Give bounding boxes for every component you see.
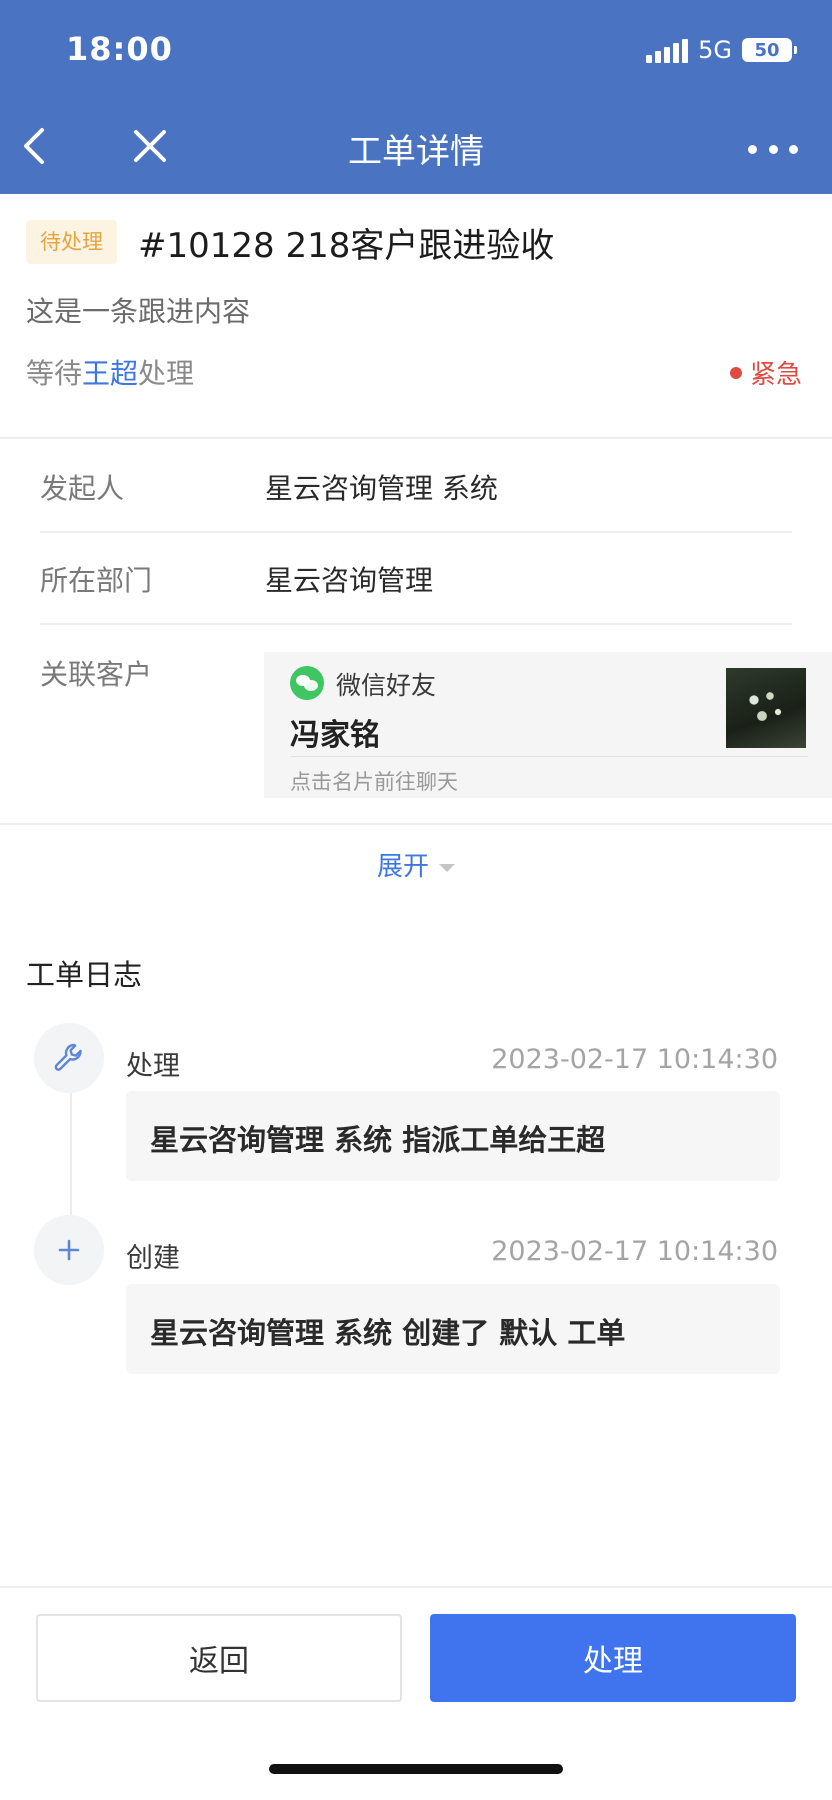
info-row-initiator: 发起人 星云咨询管理 系统 — [40, 441, 792, 533]
expand-label: 展开 — [376, 852, 429, 882]
log-entry-type: 创建 — [126, 1243, 180, 1274]
page-title: 工单详情 — [348, 132, 484, 172]
divider — [290, 756, 808, 757]
department-value: 星云咨询管理 — [265, 564, 434, 597]
log-entry-content: 星云咨询管理 系统 指派工单给王超 — [126, 1091, 780, 1181]
expand-button[interactable]: 展开 — [0, 846, 832, 883]
status-time: 18:00 — [66, 30, 173, 68]
divider — [0, 823, 832, 825]
initiator-value: 星云咨询管理 系统 — [265, 472, 498, 505]
contact-source: 微信好友 — [336, 671, 437, 700]
wechat-icon — [290, 666, 324, 700]
top-bar: 18:00 5G 50 工单详情 — [0, 0, 832, 194]
ticket-summary: 待处理 #10128 218客户跟进验收 这是一条跟进内容 等待王超处理 紧急 — [0, 194, 832, 439]
home-indicator — [269, 1764, 563, 1774]
ticket-title: #10128 218客户跟进验收 — [138, 226, 555, 266]
back-button[interactable]: 返回 — [36, 1614, 402, 1702]
log-entry-content: 星云咨询管理 系统 创建了 默认 工单 — [126, 1284, 780, 1374]
wait-suffix: 处理 — [138, 357, 195, 390]
status-badge: 待处理 — [26, 220, 117, 264]
plus-icon — [34, 1215, 104, 1285]
wait-status: 等待王超处理 — [26, 352, 194, 392]
customer-label: 关联客户 — [40, 658, 153, 691]
signal-icon — [646, 37, 689, 63]
priority-badge: 紧急 — [729, 354, 802, 391]
chevron-down-icon — [439, 863, 455, 872]
log-entry-time: 2023-02-17 10:14:30 — [491, 1236, 778, 1267]
battery-icon: 50 — [742, 38, 797, 62]
info-row-department: 所在部门 星云咨询管理 — [40, 533, 792, 625]
contact-card[interactable]: 微信好友 冯家铭 点击名片前往聊天 — [264, 652, 832, 798]
ticket-description: 这是一条跟进内容 — [26, 295, 251, 328]
wrench-icon — [34, 1023, 104, 1093]
department-label: 所在部门 — [40, 564, 153, 597]
more-icon[interactable] — [748, 134, 798, 164]
priority-dot-icon — [729, 366, 742, 379]
contact-hint: 点击名片前往聊天 — [290, 770, 458, 794]
log-entry-type: 处理 — [126, 1051, 180, 1082]
assignee-link[interactable]: 王超 — [82, 357, 138, 390]
network-type: 5G — [698, 36, 732, 64]
log-title: 工单日志 — [26, 958, 143, 992]
avatar — [726, 668, 806, 748]
contact-name: 冯家铭 — [290, 718, 380, 753]
priority-label: 紧急 — [749, 360, 802, 390]
log-entry-time: 2023-02-17 10:14:30 — [491, 1044, 778, 1075]
process-button[interactable]: 处理 — [430, 1614, 796, 1702]
wait-prefix: 等待 — [26, 357, 83, 390]
status-indicators: 5G 50 — [646, 36, 797, 64]
initiator-label: 发起人 — [40, 472, 125, 505]
